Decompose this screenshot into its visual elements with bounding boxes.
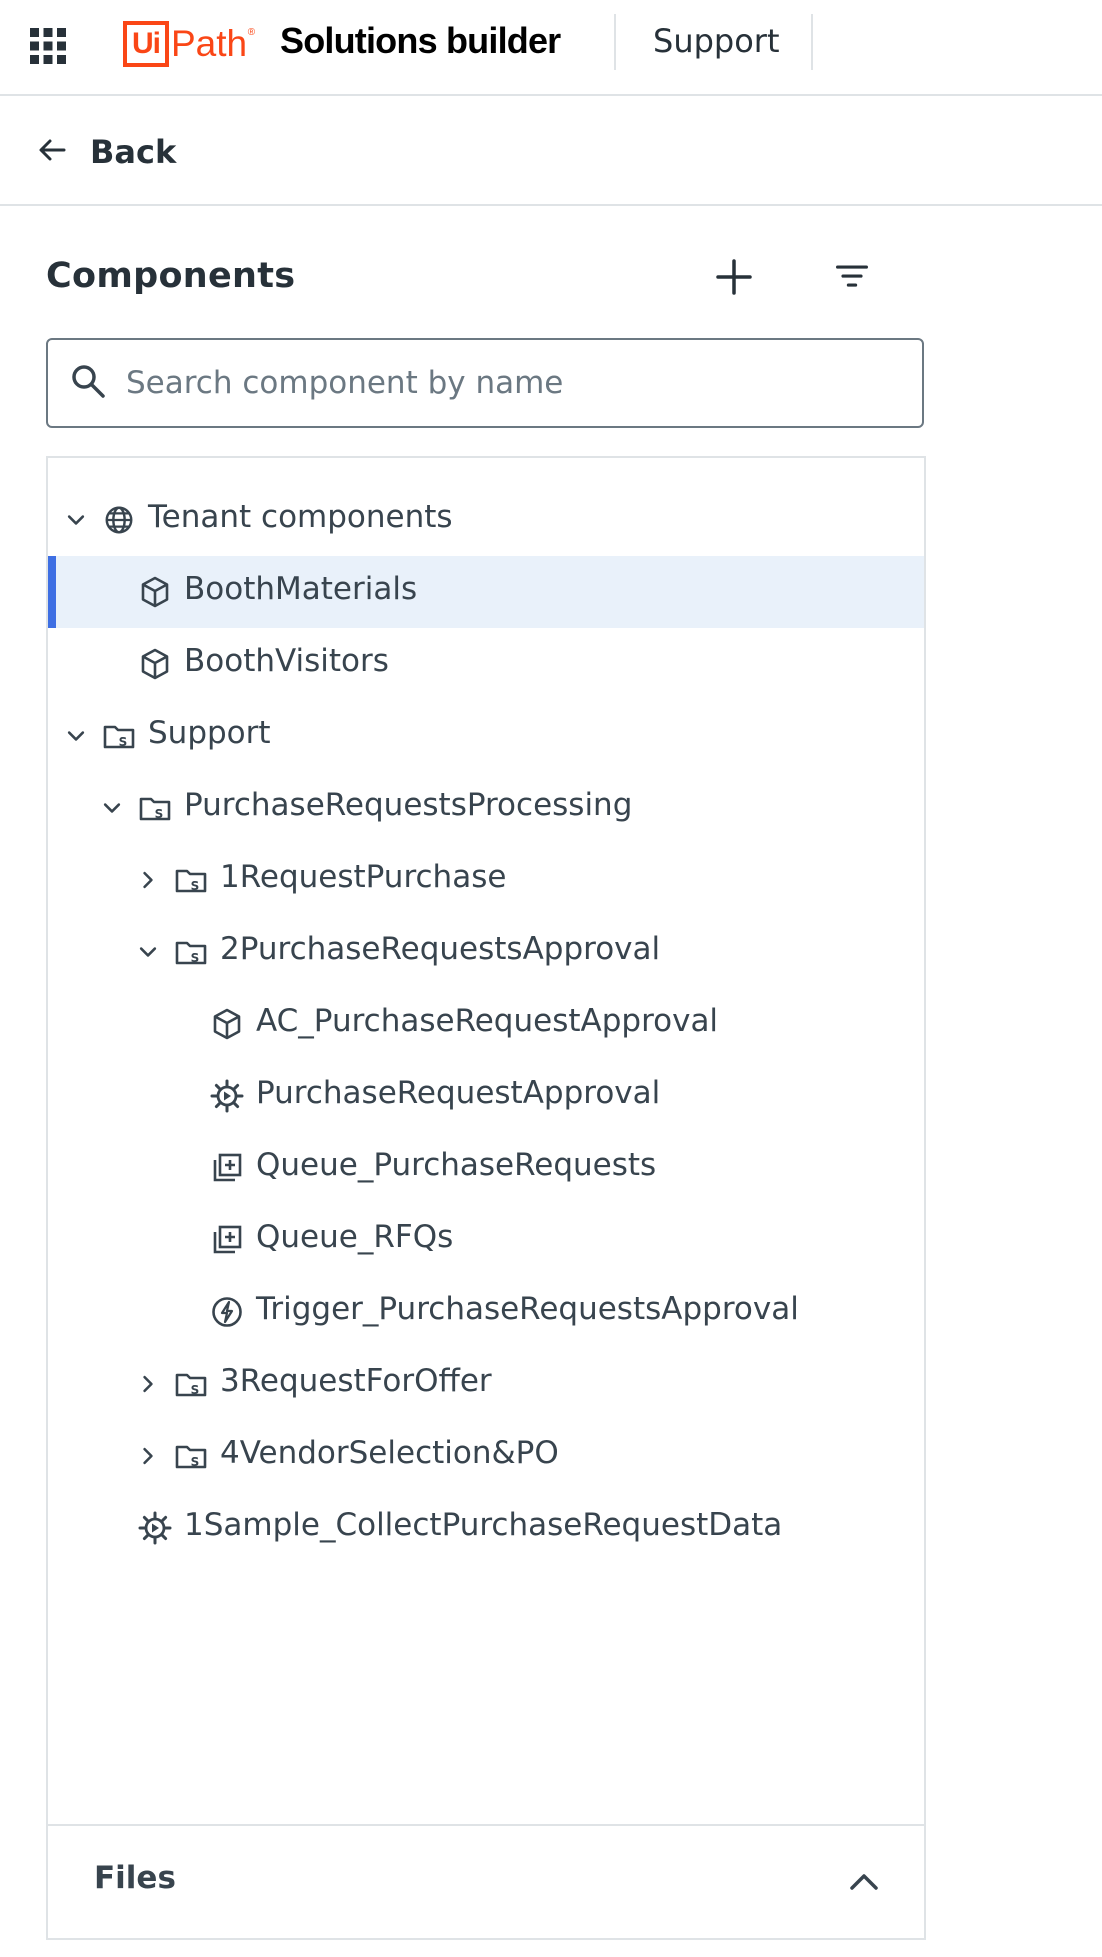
queue-icon bbox=[210, 1151, 244, 1185]
svg-text:S: S bbox=[191, 1455, 200, 1469]
arrow-left-icon bbox=[36, 134, 68, 170]
svg-text:S: S bbox=[155, 807, 164, 821]
tree-item-label: Support bbox=[148, 715, 271, 751]
tree-item-label: Queue_RFQs bbox=[256, 1219, 454, 1255]
tree-item[interactable]: S Support bbox=[48, 700, 924, 772]
tree-item-label: 2PurchaseRequestsApproval bbox=[220, 931, 661, 967]
solution-folder-icon: S bbox=[138, 791, 172, 825]
app-title: Solutions builder bbox=[280, 20, 561, 61]
tree-item[interactable]: S 1RequestPurchase bbox=[48, 844, 924, 916]
add-component-button[interactable] bbox=[708, 253, 760, 305]
tree-item[interactable]: S 3RequestForOffer bbox=[48, 1348, 924, 1420]
component-tree-panel: Tenant components BoothMaterials BoothVisi… bbox=[46, 456, 926, 1940]
logo-mark: Ui bbox=[123, 21, 169, 67]
cube-icon bbox=[210, 1007, 244, 1041]
uipath-logo: Ui Path ® bbox=[123, 18, 256, 70]
svg-text:S: S bbox=[119, 735, 128, 749]
logo-word: Path ® bbox=[171, 23, 256, 64]
trigger-bolt-icon bbox=[210, 1295, 244, 1329]
context-switcher[interactable]: Support bbox=[653, 22, 780, 60]
tree-item[interactable]: PurchaseRequestApproval bbox=[48, 1060, 924, 1132]
tree-item-label: Queue_PurchaseRequests bbox=[256, 1147, 657, 1183]
chevron-right-icon[interactable] bbox=[134, 1370, 162, 1398]
filter-button[interactable] bbox=[826, 253, 878, 305]
svg-text:S: S bbox=[191, 1383, 200, 1397]
tree-item[interactable]: Trigger_PurchaseRequestsApproval bbox=[48, 1276, 924, 1348]
solution-folder-icon: S bbox=[174, 863, 208, 897]
files-label: Files bbox=[94, 1860, 176, 1896]
tree-item[interactable]: S 2PurchaseRequestsApproval bbox=[48, 916, 924, 988]
chevron-down-icon[interactable] bbox=[98, 794, 126, 822]
tree-item[interactable]: Tenant components bbox=[48, 484, 924, 556]
chevron-down-icon[interactable] bbox=[62, 722, 90, 750]
tree-item[interactable]: BoothVisitors bbox=[48, 628, 924, 700]
tree-item-label: PurchaseRequestApproval bbox=[256, 1075, 661, 1111]
solution-folder-icon: S bbox=[102, 719, 136, 753]
chevron-up-icon bbox=[844, 1862, 884, 1902]
panel-title: Components bbox=[46, 256, 296, 296]
files-section-toggle[interactable]: Files bbox=[48, 1824, 924, 1938]
tree-item[interactable]: AC_PurchaseRequestApproval bbox=[48, 988, 924, 1060]
search-icon bbox=[48, 361, 108, 405]
header-divider bbox=[811, 14, 813, 70]
tree-item-label: 1Sample_CollectPurchaseRequestData bbox=[184, 1507, 783, 1543]
process-gear-icon bbox=[210, 1079, 244, 1113]
search-box[interactable] bbox=[46, 338, 924, 428]
chevron-down-icon[interactable] bbox=[62, 506, 90, 534]
solution-folder-icon: S bbox=[174, 1367, 208, 1401]
tree-item-label: Trigger_PurchaseRequestsApproval bbox=[256, 1291, 799, 1327]
tree-item[interactable]: Queue_PurchaseRequests bbox=[48, 1132, 924, 1204]
apps-grid-icon[interactable] bbox=[28, 26, 68, 66]
app-header: Ui Path ® Solutions builder Support bbox=[0, 0, 1102, 96]
filter-icon bbox=[834, 259, 870, 299]
tree-item-label: Tenant components bbox=[148, 499, 453, 535]
cube-icon bbox=[138, 647, 172, 681]
tree-item-label: PurchaseRequestsProcessing bbox=[184, 787, 633, 823]
chevron-right-icon[interactable] bbox=[134, 866, 162, 894]
svg-text:S: S bbox=[191, 879, 200, 893]
tree-item-label: BoothVisitors bbox=[184, 643, 389, 679]
tree-item-label: 4VendorSelection&PO bbox=[220, 1435, 559, 1471]
tree-item[interactable]: BoothMaterials bbox=[48, 556, 924, 628]
back-bar: Back bbox=[0, 98, 1102, 206]
search-input[interactable] bbox=[124, 364, 904, 402]
tree-item[interactable]: Queue_RFQs bbox=[48, 1204, 924, 1276]
chevron-down-icon[interactable] bbox=[134, 938, 162, 966]
back-label: Back bbox=[90, 133, 177, 171]
solution-folder-icon: S bbox=[174, 1439, 208, 1473]
tree-item-label: 1RequestPurchase bbox=[220, 859, 507, 895]
tree-item[interactable]: S 4VendorSelection&PO bbox=[48, 1420, 924, 1492]
tree-item-label: AC_PurchaseRequestApproval bbox=[256, 1003, 719, 1039]
tree-item-label: 3RequestForOffer bbox=[220, 1363, 492, 1399]
cube-icon bbox=[138, 575, 172, 609]
header-divider bbox=[614, 14, 616, 70]
process-gear-icon bbox=[138, 1511, 172, 1545]
queue-icon bbox=[210, 1223, 244, 1257]
plus-icon bbox=[714, 257, 754, 301]
tree-item[interactable]: 1Sample_CollectPurchaseRequestData bbox=[48, 1492, 924, 1564]
tree-item-label: BoothMaterials bbox=[184, 571, 418, 607]
tree-item[interactable]: S PurchaseRequestsProcessing bbox=[48, 772, 924, 844]
svg-text:S: S bbox=[191, 951, 200, 965]
back-button[interactable]: Back bbox=[36, 128, 176, 176]
globe-icon bbox=[102, 503, 136, 537]
solution-folder-icon: S bbox=[174, 935, 208, 969]
chevron-right-icon[interactable] bbox=[134, 1442, 162, 1470]
